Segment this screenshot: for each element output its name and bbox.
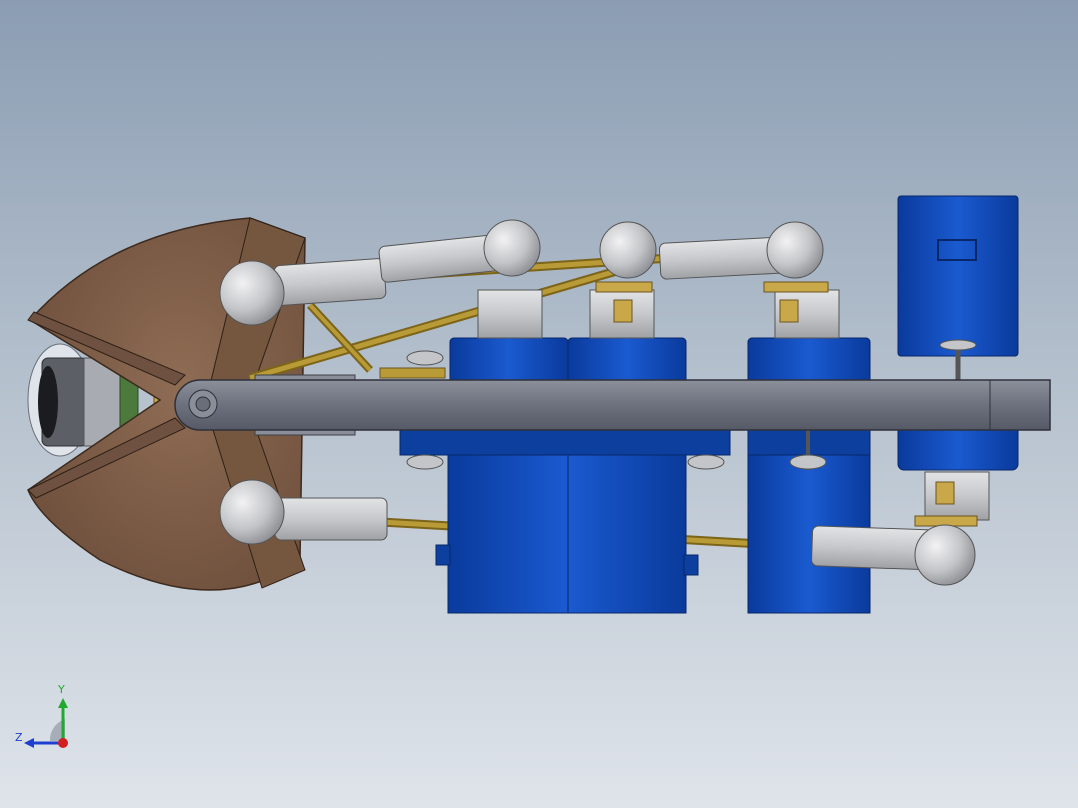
main-arm[interactable] xyxy=(174,374,1051,436)
triad-graphic xyxy=(24,698,68,748)
triad-z-label: Z xyxy=(15,731,23,744)
cad-viewport[interactable]: Y Z xyxy=(0,0,1078,808)
servo-middle[interactable] xyxy=(567,337,687,384)
orientation-triad: Y Z xyxy=(10,683,80,756)
robot-claw-model[interactable] xyxy=(0,0,1078,808)
triad-y-label: Y xyxy=(58,683,65,696)
